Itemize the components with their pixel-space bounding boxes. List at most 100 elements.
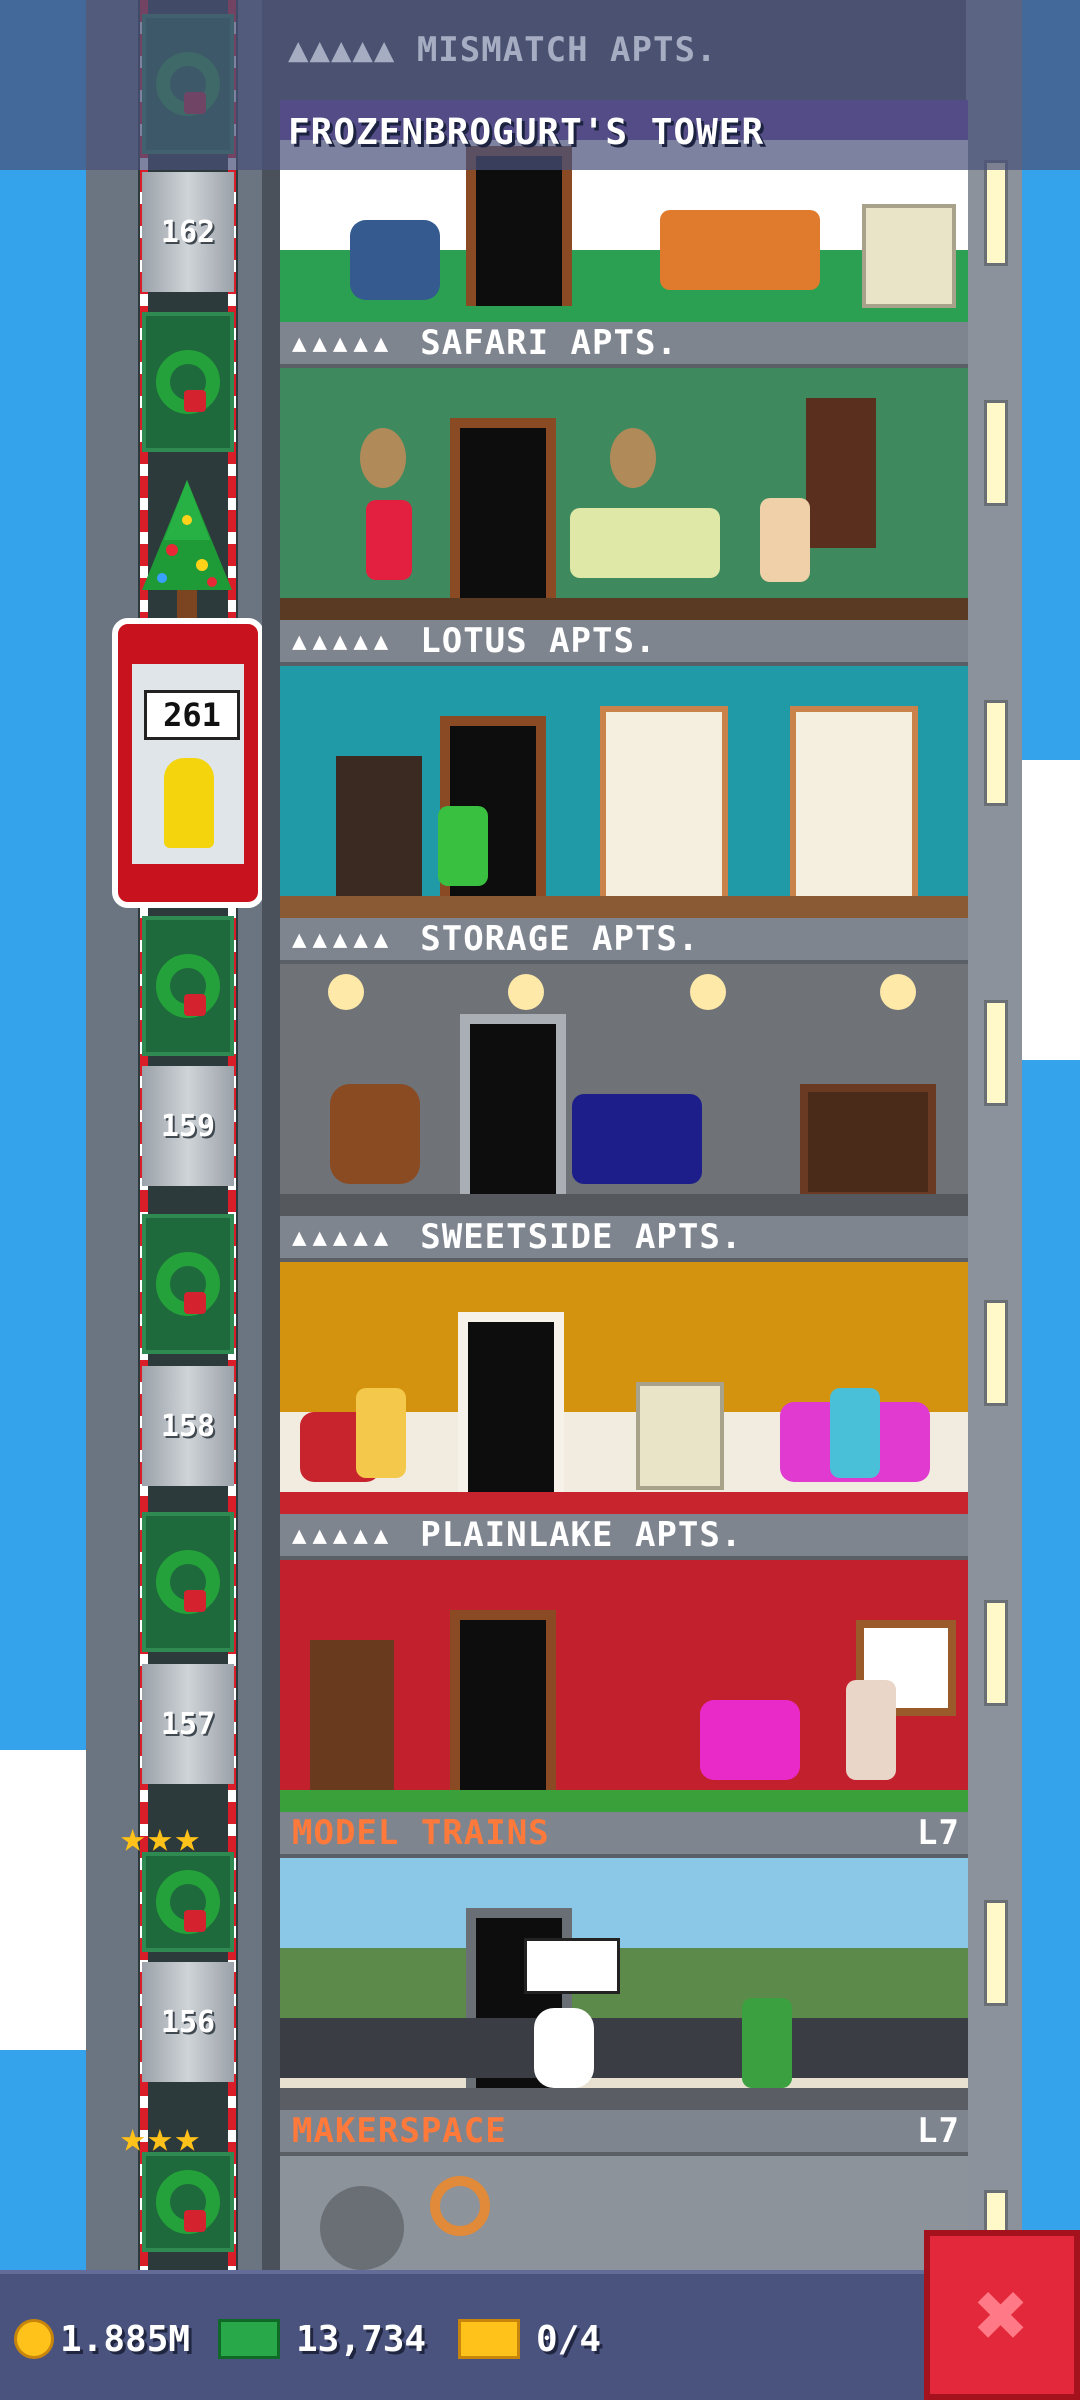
- floor-label: MAKERSPACE L7: [280, 2110, 968, 2156]
- armchair: [350, 220, 440, 300]
- tower-window: [984, 1600, 1008, 1706]
- bux-value: 13,734: [296, 2318, 427, 2360]
- floor-name: MODEL TRAINS: [292, 1813, 550, 1853]
- television: [800, 1084, 936, 1200]
- floor-name: MAKERSPACE: [292, 2111, 507, 2151]
- bookshelf: [336, 756, 422, 896]
- room-interior: [280, 368, 968, 620]
- wreath-decoration: [142, 312, 234, 452]
- coins-value: 1.885M: [60, 2318, 191, 2360]
- tickets-value: 0/4: [536, 2318, 602, 2360]
- room-interior: [280, 666, 968, 918]
- room-interior: [280, 1858, 968, 2110]
- resident[interactable]: [534, 2008, 594, 2088]
- room-door[interactable]: [466, 146, 572, 306]
- room-door[interactable]: [450, 1610, 556, 1790]
- room-floor: [280, 598, 968, 620]
- resident[interactable]: [830, 1388, 880, 1478]
- tower-window: [984, 1300, 1008, 1406]
- mask-decoration: [610, 428, 656, 488]
- header-bar: ▲▲▲▲▲ MISMATCH APTS. FROZENBROGURT'S TOW…: [0, 0, 1080, 170]
- resident[interactable]: [356, 1388, 406, 1478]
- tower-window: [984, 400, 1008, 506]
- arcade-machine: [636, 1382, 724, 1490]
- bux-icon: [218, 2319, 280, 2359]
- residents-icon: ▲▲▲▲▲: [292, 627, 395, 655]
- floor-number[interactable]: 156: [142, 1962, 234, 2082]
- armchair: [330, 1084, 420, 1184]
- wreath-icon: [156, 350, 220, 414]
- room-interior: [280, 964, 968, 1216]
- speech-bubble[interactable]: [524, 1938, 620, 1994]
- floor-label: ▲▲▲▲▲ STORAGE APTS.: [280, 918, 968, 964]
- floor-name: LOTUS APTS.: [420, 621, 657, 661]
- sofa: [660, 210, 820, 290]
- mask-decoration: [360, 428, 406, 488]
- room-interior: [280, 1262, 968, 1514]
- cloud: [0, 1750, 90, 2050]
- residents-icon: ▲▲▲▲▲: [292, 925, 395, 953]
- floor-label: ▲▲▲▲▲ LOTUS APTS.: [280, 620, 968, 666]
- floor-name: MISMATCH APTS.: [416, 30, 718, 70]
- floor-number[interactable]: 162: [142, 172, 234, 292]
- wreath-icon: [156, 954, 220, 1018]
- floor-level: L7: [917, 2111, 960, 2151]
- gear-icon: [320, 2186, 404, 2270]
- elevator-car[interactable]: 261: [112, 618, 264, 908]
- wreath-icon: [156, 2170, 220, 2234]
- room-floor: [280, 1194, 968, 1216]
- ceiling-light: [328, 974, 364, 1010]
- floor-name: PLAINLAKE APTS.: [420, 1515, 743, 1555]
- floor-number[interactable]: 158: [142, 1366, 234, 1486]
- floor-storage[interactable]: ▲▲▲▲▲ STORAGE APTS.: [280, 918, 968, 1216]
- tickets-display[interactable]: 0/4: [458, 2314, 601, 2364]
- wreath-icon: [156, 1550, 220, 1614]
- tower-title[interactable]: FROZENBROGURT'S TOWER: [288, 112, 764, 153]
- floor-number[interactable]: 157: [142, 1664, 234, 1784]
- shutter-window: [806, 398, 876, 548]
- elevator-rider[interactable]: [164, 758, 214, 848]
- close-button[interactable]: ✖: [924, 2230, 1080, 2400]
- currency-bar: 1.885M 13,734 0/4: [0, 2270, 1080, 2400]
- residents-icon: ▲▲▲▲▲: [292, 329, 395, 357]
- ceiling-light: [508, 974, 544, 1010]
- sofa: [572, 1094, 702, 1184]
- tower-window: [984, 1900, 1008, 2006]
- tower-window: [984, 700, 1008, 806]
- wreath-decoration: [142, 2152, 234, 2252]
- room-door[interactable]: [458, 1312, 564, 1492]
- bookshelf: [310, 1640, 394, 1790]
- arcade-machine: [862, 204, 956, 308]
- room-interior: [280, 1560, 968, 1812]
- floor-model-trains[interactable]: MODEL TRAINS L7: [280, 1812, 968, 2110]
- resident[interactable]: [846, 1680, 896, 1780]
- shoji-window: [600, 706, 728, 908]
- floor-number[interactable]: 159: [142, 1066, 234, 1186]
- floor-plainlake[interactable]: ▲▲▲▲▲ PLAINLAKE APTS.: [280, 1514, 968, 1812]
- donut-decoration: [430, 2176, 490, 2236]
- floor-safari[interactable]: ▲▲▲▲▲ SAFARI APTS.: [280, 322, 968, 620]
- floor-label-above: ▲▲▲▲▲ MISMATCH APTS.: [288, 30, 718, 70]
- room-door[interactable]: [450, 418, 556, 598]
- floor-name: SWEETSIDE APTS.: [420, 1217, 743, 1257]
- resident[interactable]: [438, 806, 488, 886]
- resident[interactable]: [366, 500, 412, 580]
- ticket-icon: [458, 2319, 520, 2359]
- floor-sweetside[interactable]: ▲▲▲▲▲ SWEETSIDE APTS.: [280, 1216, 968, 1514]
- residents-icon: ▲▲▲▲▲: [292, 1223, 395, 1251]
- wreath-icon: [156, 1252, 220, 1316]
- shoji-window: [790, 706, 918, 908]
- coins-display[interactable]: 1.885M: [14, 2314, 190, 2364]
- resident[interactable]: [742, 1998, 792, 2088]
- bux-display[interactable]: 13,734: [218, 2314, 426, 2364]
- ceiling-light: [880, 974, 916, 1010]
- room-floor: [280, 1790, 968, 1812]
- room-door[interactable]: [460, 1014, 566, 1194]
- resident[interactable]: [760, 498, 810, 582]
- wreath-decoration: [142, 1214, 234, 1354]
- cloud: [1020, 760, 1080, 1060]
- floor-makerspace[interactable]: MAKERSPACE L7: [280, 2110, 968, 2270]
- train-table: [280, 2018, 968, 2078]
- christmas-tree-icon: [142, 480, 232, 620]
- floor-lotus[interactable]: ▲▲▲▲▲ LOTUS APTS.: [280, 620, 968, 918]
